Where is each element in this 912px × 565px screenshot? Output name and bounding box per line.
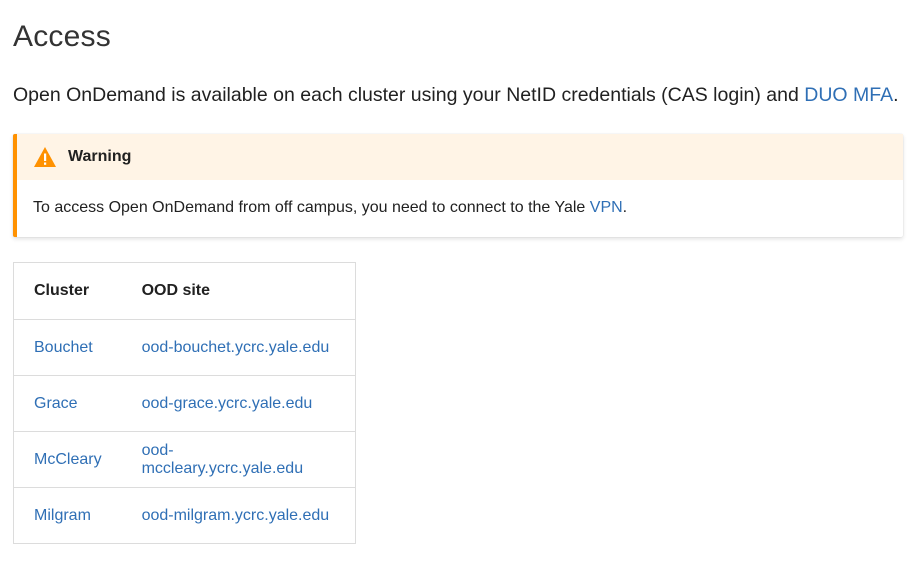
- warning-title-bar: Warning: [17, 134, 903, 180]
- ood-site-link-grace[interactable]: ood-grace.ycrc.yale.edu: [142, 395, 313, 412]
- table-row: Milgram ood-milgram.ycrc.yale.edu: [14, 488, 356, 544]
- column-header-cluster: Cluster: [13, 262, 122, 320]
- warning-admonition: Warning To access Open OnDemand from off…: [13, 134, 903, 237]
- cluster-link-milgram[interactable]: Milgram: [34, 507, 91, 524]
- cluster-link-grace[interactable]: Grace: [34, 395, 78, 412]
- warning-body-end: .: [622, 199, 628, 216]
- warning-title: Warning: [68, 148, 132, 165]
- table-row: Grace ood-grace.ycrc.yale.edu: [13, 375, 356, 432]
- warning-body: To access Open OnDemand from off campus,…: [17, 180, 903, 217]
- cluster-link-bouchet[interactable]: Bouchet: [34, 339, 93, 356]
- vpn-link[interactable]: VPN: [590, 199, 623, 216]
- ood-site-link-milgram[interactable]: ood-milgram.ycrc.yale.edu: [142, 507, 330, 524]
- column-header-ood-site: OOD site: [121, 262, 356, 320]
- warning-body-text: To access Open OnDemand from off campus,…: [33, 199, 590, 216]
- warning-triangle-icon: [33, 146, 57, 168]
- page-title: Access: [13, 20, 111, 53]
- intro-end: .: [893, 84, 899, 106]
- cluster-table: Cluster OOD site Bouchet ood-bouchet.ycr…: [13, 262, 357, 544]
- ood-site-link-mccleary[interactable]: ood-mccleary.ycrc.yale.edu: [142, 442, 304, 477]
- table-row: Bouchet ood-bouchet.ycrc.yale.edu: [13, 319, 356, 376]
- cluster-link-mccleary[interactable]: McCleary: [34, 451, 102, 468]
- intro-paragraph: Open OnDemand is available on each clust…: [13, 82, 899, 108]
- table-row: McCleary ood-mccleary.ycrc.yale.edu: [13, 431, 356, 488]
- duo-mfa-link[interactable]: DUO MFA: [804, 84, 893, 106]
- table-header-row: Cluster OOD site: [13, 262, 356, 320]
- intro-text: Open OnDemand is available on each clust…: [13, 84, 805, 106]
- ood-site-link-bouchet[interactable]: ood-bouchet.ycrc.yale.edu: [142, 339, 330, 356]
